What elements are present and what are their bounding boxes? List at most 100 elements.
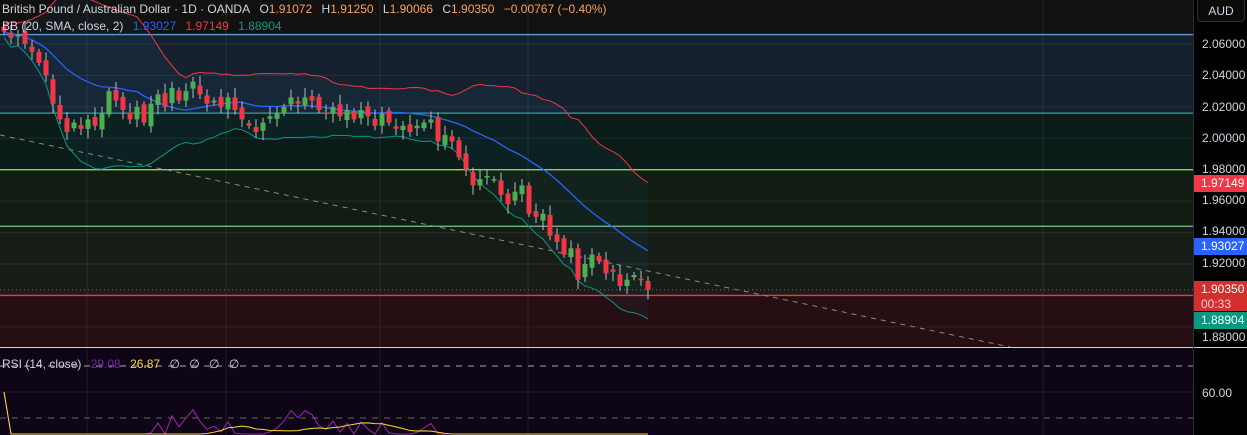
rsi-extra: ∅	[209, 357, 220, 371]
candle-body	[8, 32, 14, 38]
candle-body	[603, 259, 609, 274]
symbol-legend: British Pound / Australian Dollar · 1D ·…	[2, 2, 613, 16]
bb-upper-value: 1.97149	[185, 19, 229, 33]
rsi-label[interactable]: RSI (14, close)	[2, 357, 81, 371]
candle-body	[435, 116, 441, 142]
rsi-extra: ∅	[169, 357, 180, 371]
candle-body	[554, 234, 560, 242]
candle-body	[162, 93, 168, 107]
bb-lower-price-label: 1.88904	[1194, 312, 1247, 329]
change-value: −0.00767 (−0.40%)	[503, 2, 607, 16]
candle-body	[239, 107, 245, 120]
candle-body	[253, 126, 259, 132]
candle-body	[645, 280, 651, 290]
candle-body	[267, 116, 273, 119]
candle-body	[169, 87, 175, 104]
bb-lower-value: 1.88904	[238, 19, 282, 33]
candle-body	[484, 175, 490, 178]
candle-body	[617, 274, 623, 286]
candle-body	[589, 254, 595, 268]
candle-body	[92, 116, 98, 126]
candle-body	[638, 278, 644, 281]
candle-body	[148, 103, 154, 127]
candle-body	[120, 96, 126, 110]
candle-body	[155, 94, 161, 105]
candle-body	[372, 118, 378, 126]
rsi-ma-value: 26.87	[130, 357, 161, 371]
zone-red	[0, 295, 1193, 347]
candle-body	[113, 89, 119, 101]
high-value: 1.91250	[330, 2, 374, 16]
bar-countdown: 00:33	[1201, 297, 1232, 311]
candle-body	[561, 238, 567, 255]
candle-body	[456, 140, 462, 158]
candle-body	[337, 104, 343, 117]
candle-body	[57, 104, 63, 120]
rsi-extra: ∅	[228, 357, 240, 371]
last-price: 1.90350	[1201, 282, 1245, 296]
price-axis[interactable]: 2.06000 2.04000 2.02000 2.00000 1.98000 …	[1193, 0, 1247, 435]
candle-body	[351, 111, 357, 120]
candle-body	[477, 179, 483, 186]
bb-label[interactable]: BB (20, SMA, close, 2)	[2, 19, 123, 33]
candle-body	[309, 96, 315, 101]
rsi-value: 29.08	[90, 357, 121, 371]
candle-body	[631, 274, 637, 278]
candle-body	[365, 106, 371, 117]
candle-body	[295, 101, 301, 104]
last-price-label: 1.90350 00:33	[1194, 281, 1247, 311]
candle-body	[183, 91, 189, 101]
candle-body	[36, 51, 42, 63]
candle-body	[260, 122, 266, 131]
axis-tick: 1.94000	[1202, 224, 1246, 238]
bb-basis-price-label: 1.93027	[1194, 238, 1247, 255]
symbol-title[interactable]: British Pound / Australian Dollar · 1D ·…	[2, 2, 250, 16]
axis-tick: 1.98000	[1202, 162, 1246, 176]
low-label: L	[382, 2, 390, 16]
open-value: 1.91072	[268, 2, 313, 16]
candle-body	[274, 113, 280, 119]
candle-body	[540, 213, 546, 221]
rsi-extra: ∅	[189, 357, 200, 371]
candle-body	[393, 126, 399, 129]
high-label: H	[321, 2, 331, 16]
candle-body	[582, 263, 588, 278]
candle-body	[99, 113, 105, 130]
candle-body	[323, 112, 329, 115]
candle-body	[414, 125, 420, 129]
candle-body	[400, 125, 406, 131]
candle-body	[141, 104, 147, 123]
axis-tick: 2.00000	[1202, 131, 1246, 145]
candle-body	[50, 79, 56, 104]
candle-body	[386, 110, 392, 123]
candle-body	[498, 180, 504, 195]
close-label: C	[442, 2, 452, 16]
candle-body	[218, 96, 224, 107]
candle-body	[71, 122, 77, 129]
axis-tick: 1.96000	[1202, 193, 1246, 207]
candle-body	[85, 119, 91, 129]
candle-body	[470, 172, 476, 186]
candle-body	[568, 248, 574, 258]
candle-body	[624, 279, 630, 286]
candle-body	[43, 60, 49, 76]
candle-body	[428, 119, 434, 123]
rsi-legend[interactable]: RSI (14, close) 29.08 26.87 ∅ ∅ ∅ ∅	[2, 357, 245, 371]
bb-legend[interactable]: BB (20, SMA, close, 2) 1.93027 1.97149 1…	[2, 19, 288, 33]
rsi-axis-tick: 60.00	[1202, 386, 1233, 400]
candle-body	[407, 124, 413, 132]
candle-body	[526, 185, 532, 214]
candle-body	[204, 95, 210, 104]
candle-body	[358, 109, 364, 119]
candle-body	[78, 125, 84, 129]
candle-body	[442, 135, 448, 146]
candle-body	[519, 185, 525, 195]
pane-divider[interactable]	[1194, 347, 1247, 348]
close-value: 1.90350	[451, 2, 495, 16]
currency-button[interactable]: AUD	[1197, 0, 1245, 22]
axis-tick: 2.06000	[1202, 37, 1246, 51]
candle-body	[575, 248, 581, 280]
candle-body	[449, 136, 455, 142]
candle-body	[379, 113, 385, 126]
candle-body	[610, 269, 616, 272]
